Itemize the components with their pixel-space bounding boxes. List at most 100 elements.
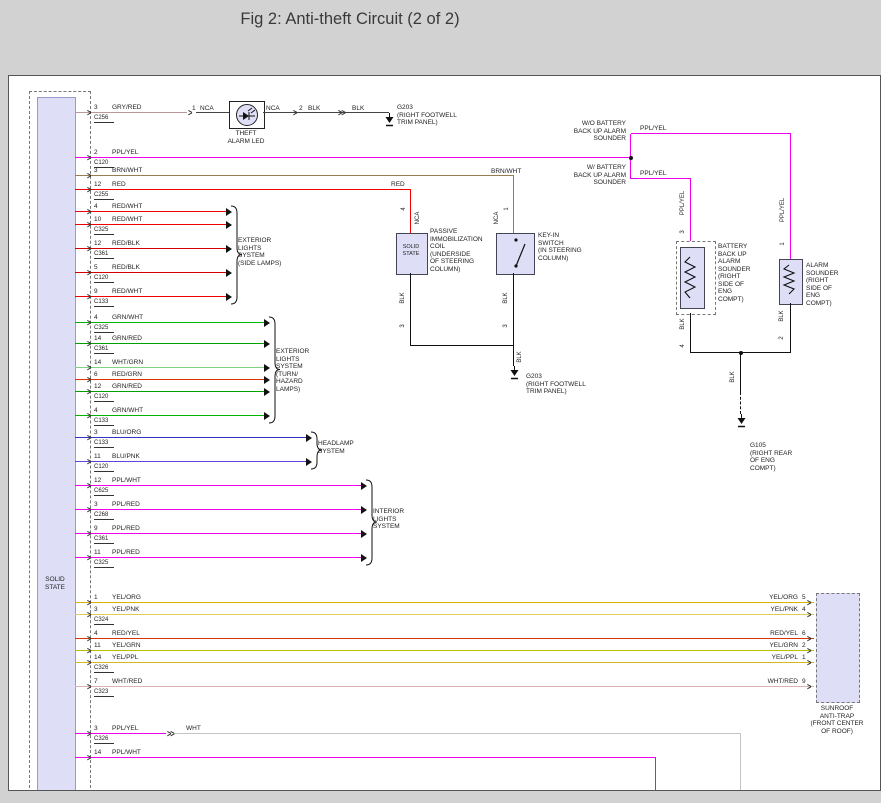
connector-chevron-icon: > (87, 680, 90, 692)
pin-number: 3 (94, 167, 98, 174)
rotated-label: 2 (779, 336, 785, 339)
rotated-label: 4 (401, 207, 407, 210)
wire-color-label: BLU/ORG (112, 429, 141, 436)
pin-wire (75, 650, 814, 651)
wire-color-label: RED/WHT (112, 288, 142, 295)
ground-symbol-icon (509, 366, 520, 386)
connector-chevron-icon: > (87, 373, 90, 385)
diagram-label: 1 (192, 105, 196, 112)
wire-color-label: WHT/RED (750, 678, 798, 685)
connector-label: C133 (94, 299, 114, 307)
wire-junction-dot (739, 351, 743, 355)
pin-wire (75, 391, 264, 392)
pin-number: 1 (94, 594, 98, 601)
pin-number: 12 (94, 477, 101, 484)
connector-label: C120 (94, 464, 114, 472)
pin-wire (75, 343, 264, 344)
pin-wire (75, 533, 361, 534)
pin-wire (75, 367, 264, 368)
connector-chevron-icon: > (807, 680, 810, 692)
wire-color-label: PPL/WHT (112, 749, 141, 756)
wire-segment (740, 353, 741, 392)
wire-segment (175, 733, 741, 734)
pin-wire (75, 248, 226, 249)
rotated-label: BLK (680, 318, 686, 329)
wire-segment (631, 178, 691, 179)
pin-number: 9 (94, 288, 98, 295)
pin-number: 3 (94, 725, 98, 732)
diagram-label: PPL/YEL (640, 170, 666, 177)
wire-color-label: PPL/YEL (112, 149, 138, 156)
pin-number: 5 (802, 594, 806, 601)
rotated-label: 1 (780, 242, 786, 245)
pin-wire (75, 175, 514, 176)
wire-color-label: PPL/YEL (112, 725, 138, 732)
connector-label: C120 (94, 394, 114, 402)
coil-zigzag-icon (781, 264, 797, 296)
pin-number: 5 (94, 264, 98, 271)
pin-number: 12 (94, 383, 101, 390)
connector-label: C326 (94, 736, 114, 744)
diagram-label: NCA (266, 105, 280, 112)
left-module-body (37, 97, 76, 791)
wire-segment (513, 273, 514, 346)
connector-label: C326 (94, 665, 114, 673)
wire-color-label: PPL/RED (112, 501, 140, 508)
inline-connector-icon: >> (167, 727, 174, 739)
wire-color-label: RED/BLK (112, 240, 140, 247)
pin-wire (75, 614, 814, 615)
wire-color-label: RED (112, 181, 126, 188)
wire-segment (411, 345, 514, 346)
wire-segment (263, 112, 389, 113)
rotated-label: PPL/YEL (780, 198, 786, 222)
wire-segment (410, 190, 411, 233)
pin-number: 4 (94, 203, 98, 210)
wo-battery-note: W/O BATTERY BACK UP ALARM SOUNDER (546, 120, 626, 143)
connector-chevron-icon: > (87, 632, 90, 644)
connector-chevron-icon: > (87, 751, 90, 763)
wire-segment (513, 176, 514, 233)
wire-segment (631, 133, 791, 134)
pin-wire (75, 557, 361, 558)
g203-mid-label: G203 (RIGHT FOOTWELL TRIM PANEL) (526, 373, 586, 396)
pin-wire (75, 485, 361, 486)
connector-label: C325 (94, 560, 114, 568)
pin-wire (75, 638, 814, 639)
connector-label: C256 (94, 115, 114, 123)
wire-segment (690, 313, 691, 353)
immobilization-coil-desc: PASSIVE IMMOBILIZATION COIL (UNDERSIDE O… (430, 228, 483, 273)
wire-color-label: YEL/GRN (112, 642, 141, 649)
connector-chevron-icon: > (87, 644, 90, 656)
pin-number: 7 (94, 678, 98, 685)
connector-chevron-icon: > (87, 151, 90, 163)
wire-color-label: YEL/ORG (112, 594, 141, 601)
pin-number: 4 (94, 407, 98, 414)
pin-wire (75, 211, 226, 212)
pin-number: 14 (94, 359, 101, 366)
pin-number: 3 (94, 606, 98, 613)
wire-color-label: YEL/PPL (750, 654, 798, 661)
wire-color-label: BRN/WHT (112, 167, 142, 174)
rotated-label: 3 (680, 230, 686, 233)
pin-wire (75, 437, 306, 438)
pin-wire (75, 224, 226, 225)
wire-segment (655, 758, 656, 791)
pin-number: 9 (94, 525, 98, 532)
connector-chevron-icon: > (87, 551, 90, 563)
pin-wire (75, 112, 187, 113)
connector-label: C324 (94, 617, 114, 625)
connector-chevron-icon: > (87, 656, 90, 668)
g203-top-label: G203 (RIGHT FOOTWELL TRIM PANEL) (397, 104, 457, 127)
connector-chevron-icon: > (87, 106, 90, 118)
diagram-label: BLK (352, 105, 364, 112)
wire-color-label: RED/BLK (112, 264, 140, 271)
wire-color-label: YEL/PNK (750, 606, 798, 613)
rotated-label: 3 (503, 324, 509, 327)
connector-chevron-icon: > (807, 644, 810, 656)
g105-label: G105 (RIGHT REAR OF ENG COMPT) (750, 442, 792, 472)
connector-label: C268 (94, 512, 114, 520)
diagram-layer: >3GRY/REDC256>2PPL/YELC120>3BRN/WHT>12RE… (9, 76, 880, 790)
wire-color-label: PPL/WHT (112, 477, 141, 484)
wire-segment (196, 112, 229, 113)
connector-chevron-icon: > (87, 431, 90, 443)
